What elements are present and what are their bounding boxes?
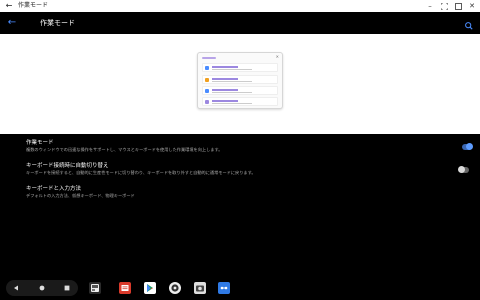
home-icon[interactable]: [37, 284, 47, 292]
setting-title: 作業モード: [26, 140, 54, 146]
illustration-header-bar: [202, 57, 216, 59]
back-icon[interactable]: [11, 284, 21, 292]
illustration-row: [202, 63, 278, 72]
illustration-line: [212, 81, 252, 82]
illustration-row: [202, 97, 278, 106]
illustration-line: [212, 66, 238, 68]
setting-title: キーボード接続時に自動切り替え: [26, 163, 109, 169]
illustration-row: [202, 75, 278, 84]
illustration-row: [202, 86, 278, 95]
search-icon[interactable]: [464, 17, 474, 30]
illustration-line: [212, 92, 252, 93]
toggle-knob: [466, 143, 473, 150]
page-title: 作業モード: [40, 19, 75, 27]
setting-work-mode[interactable]: 作業モード 複数のウィンドウでの迅速な操作をサポートし、マウスとキーボードを使用…: [26, 140, 446, 153]
close-icon[interactable]: ✕: [468, 0, 476, 12]
illustration-dot-icon: [205, 89, 209, 93]
illustration-line: [212, 103, 252, 104]
illustration-line: [212, 89, 238, 91]
window-back-icon[interactable]: ←: [4, 0, 14, 12]
minimize-icon[interactable]: –: [426, 0, 434, 12]
gallery-app-icon[interactable]: [89, 282, 101, 294]
files-app-icon[interactable]: [218, 282, 230, 294]
setting-title: キーボードと入力方法: [26, 186, 82, 192]
illustration-close-icon: ✕: [275, 54, 279, 59]
toggle-knob: [458, 166, 465, 173]
notes-app-icon[interactable]: [119, 282, 131, 294]
window-title-bar: ← 作業モード – ✕: [0, 0, 480, 12]
illustration-line: [212, 69, 252, 70]
setting-description: 複数のウィンドウでの迅速な操作をサポートし、マウスとキーボードを使用した作業環境…: [26, 147, 223, 152]
window-title: 作業モード: [18, 2, 49, 9]
setting-description: デフォルトの入力方法、仮想キーボード、物理キーボード: [26, 193, 135, 198]
play-store-icon[interactable]: [144, 282, 156, 294]
fullscreen-icon[interactable]: [440, 0, 448, 12]
setting-auto-switch[interactable]: キーボード接続時に自動切り替え キーボードを接続すると、自動的に生産性モードに切…: [26, 163, 446, 176]
work-mode-toggle[interactable]: [462, 143, 473, 150]
navigation-bar: [6, 280, 78, 296]
taskbar: [0, 276, 480, 300]
illustration-dot-icon: [205, 100, 209, 104]
illustration-dot-icon: [205, 78, 209, 82]
setting-keyboard-input[interactable]: キーボードと入力方法 デフォルトの入力方法、仮想キーボード、物理キーボード: [26, 186, 446, 199]
setting-description: キーボードを接続すると、自動的に生産性モードに切り替わり、キーボードを取り外すと…: [26, 170, 256, 175]
illustration-line: [212, 100, 238, 102]
back-arrow-icon[interactable]: ←: [6, 16, 18, 30]
illustration-line: [212, 78, 238, 80]
work-mode-illustration: ✕: [197, 52, 283, 109]
app-bar: ← 作業モード: [0, 12, 480, 34]
illustration-dot-icon: [205, 66, 209, 70]
illustration-area: ✕: [0, 34, 480, 134]
recents-icon[interactable]: [62, 284, 72, 292]
maximize-icon[interactable]: [454, 0, 462, 12]
settings-gear-icon[interactable]: [169, 282, 181, 294]
window-controls: – ✕: [426, 0, 476, 12]
camera-icon[interactable]: [194, 282, 206, 294]
auto-switch-toggle[interactable]: [458, 166, 469, 173]
